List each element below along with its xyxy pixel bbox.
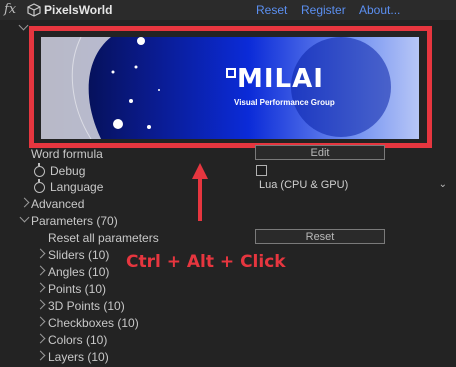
language-value: Lua (CPU & GPU) <box>259 179 349 191</box>
debug-row: Debug <box>0 162 456 179</box>
language-row: Language Lua (CPU & GPU) ⌄ <box>0 178 456 195</box>
plugin-name: PixelsWorld <box>44 3 113 17</box>
chevron-right-icon[interactable] <box>35 248 46 259</box>
plugin-cube-icon <box>27 3 41 17</box>
group-label[interactable]: Colors (10) <box>48 333 107 347</box>
group-label[interactable]: Angles (10) <box>48 265 109 279</box>
debug-label: Debug <box>50 164 86 178</box>
group-row[interactable]: 3D Points (10) <box>0 297 456 314</box>
chevron-right-icon[interactable] <box>35 282 46 293</box>
language-select[interactable]: Lua (CPU & GPU) ⌄ <box>255 178 451 193</box>
advanced-label[interactable]: Advanced <box>31 197 84 211</box>
stopwatch-icon[interactable] <box>34 179 45 193</box>
word-formula-label: Word formula <box>31 147 103 161</box>
group-row[interactable]: Layers (10) <box>0 348 456 365</box>
group-label[interactable]: Layers (10) <box>48 350 109 364</box>
fx-icon[interactable]: fx <box>4 2 16 17</box>
chevron-right-icon[interactable] <box>35 265 46 276</box>
group-label[interactable]: Points (10) <box>48 282 106 296</box>
parameters-row[interactable]: Parameters (70) <box>0 212 456 229</box>
chevron-down-icon[interactable] <box>18 20 29 31</box>
chevron-down-icon[interactable]: ⌄ <box>439 177 447 192</box>
chevron-right-icon[interactable] <box>19 197 30 208</box>
parameters-label[interactable]: Parameters (70) <box>31 214 118 228</box>
group-row[interactable]: Points (10) <box>0 280 456 297</box>
chevron-right-icon[interactable] <box>35 316 46 327</box>
group-label[interactable]: Sliders (10) <box>48 248 109 262</box>
chevron-down-icon[interactable] <box>19 212 30 223</box>
chevron-right-icon[interactable] <box>35 350 46 361</box>
reset-all-label: Reset all parameters <box>48 231 159 245</box>
group-label[interactable]: Checkboxes (10) <box>48 316 139 330</box>
about-link[interactable]: About... <box>359 3 400 17</box>
edit-button[interactable]: Edit <box>255 145 385 160</box>
reset-all-row: Reset all parameters Reset <box>0 229 456 246</box>
chevron-right-icon[interactable] <box>35 299 46 310</box>
register-link[interactable]: Register <box>301 3 346 17</box>
chevron-right-icon[interactable] <box>35 333 46 344</box>
group-row[interactable]: Colors (10) <box>0 331 456 348</box>
reset-all-button[interactable]: Reset <box>255 229 385 244</box>
annotation-arrow <box>186 163 214 221</box>
advanced-row[interactable]: Advanced <box>0 195 456 212</box>
word-formula-row: Word formula Edit <box>0 145 456 162</box>
debug-checkbox[interactable] <box>256 165 267 176</box>
highlight-box <box>29 26 432 148</box>
annotation-text: Ctrl + Alt + Click <box>126 252 286 272</box>
language-label: Language <box>50 180 104 194</box>
group-row[interactable]: Checkboxes (10) <box>0 314 456 331</box>
group-label[interactable]: 3D Points (10) <box>48 299 125 313</box>
reset-link[interactable]: Reset <box>256 3 287 17</box>
stopwatch-icon[interactable] <box>34 163 45 177</box>
